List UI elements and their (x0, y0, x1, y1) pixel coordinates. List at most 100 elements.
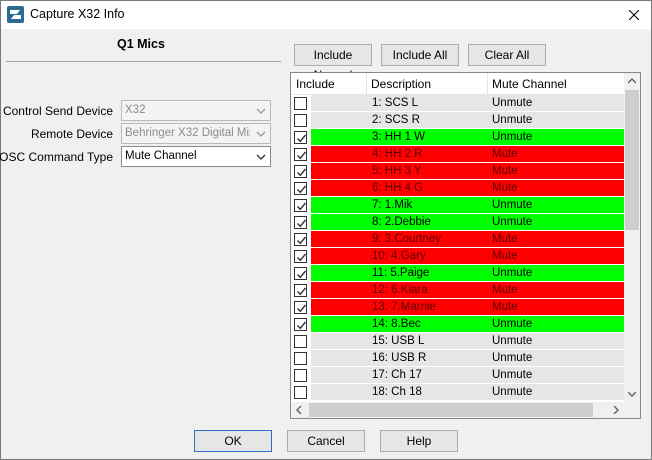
row-status-fill (311, 384, 624, 401)
app-logo-icon (7, 6, 24, 23)
column-header-mute-channel[interactable]: Mute Channel (492, 77, 567, 91)
mute-channel-cell[interactable]: Mute (492, 182, 518, 194)
description-cell: 10: 4.Gary (372, 250, 426, 262)
mute-channel-cell[interactable]: Mute (492, 301, 518, 313)
table-row[interactable]: 1: SCS L Unmute (291, 95, 624, 112)
table-row[interactable]: 15: USB L Unmute (291, 333, 624, 350)
chevron-down-icon (256, 154, 266, 160)
include-checkbox[interactable] (294, 233, 307, 246)
vertical-scrollbar[interactable] (624, 73, 640, 402)
help-button[interactable]: Help (380, 430, 458, 452)
table-row[interactable]: 8: 2.Debbie Unmute (291, 214, 624, 231)
mute-channel-cell[interactable]: Mute (492, 284, 518, 296)
include-cell (291, 95, 311, 112)
mute-channel-cell[interactable]: Unmute (492, 352, 532, 364)
remote-device-select[interactable]: Behringer X32 Digital Mixer (121, 123, 271, 144)
scroll-left-icon[interactable] (296, 406, 302, 414)
checkmark-icon (297, 151, 307, 160)
description-cell: 13: 7.Marnie (372, 301, 436, 313)
mute-channel-cell[interactable]: Mute (492, 233, 518, 245)
control-send-device-select[interactable]: X32 (121, 100, 271, 121)
mute-channel-cell[interactable]: Unmute (492, 131, 532, 143)
include-named-button[interactable]: Include Named (294, 44, 372, 82)
include-cell (291, 214, 311, 231)
close-button[interactable] (617, 1, 651, 29)
cancel-button[interactable]: Cancel (287, 430, 365, 452)
scroll-up-icon[interactable] (628, 78, 636, 84)
mute-channel-cell[interactable]: Unmute (492, 199, 532, 211)
include-checkbox[interactable] (294, 165, 307, 178)
checkmark-icon (297, 287, 307, 296)
include-checkbox[interactable] (294, 250, 307, 263)
vertical-scroll-thumb[interactable] (625, 90, 639, 230)
row-status-fill (311, 112, 624, 129)
mute-channel-cell[interactable]: Unmute (492, 386, 532, 398)
table-row[interactable]: 3: HH 1 W Unmute (291, 129, 624, 146)
include-checkbox[interactable] (294, 369, 307, 382)
mute-channel-cell[interactable]: Unmute (492, 114, 532, 126)
include-checkbox[interactable] (294, 301, 307, 314)
scroll-down-icon[interactable] (628, 391, 636, 397)
include-checkbox[interactable] (294, 148, 307, 161)
description-cell: 17: Ch 17 (372, 369, 422, 381)
mute-channel-cell[interactable]: Unmute (492, 318, 532, 330)
table-row[interactable]: 16: USB R Unmute (291, 350, 624, 367)
include-checkbox[interactable] (294, 216, 307, 229)
ok-button[interactable]: OK (194, 430, 272, 452)
table-row[interactable]: 11: 5.Paige Unmute (291, 265, 624, 282)
table-row[interactable]: 7: 1.Mik Unmute (291, 197, 624, 214)
description-cell: 14: 8.Bec (372, 318, 421, 330)
table-row[interactable]: 17: Ch 17 Unmute (291, 367, 624, 384)
table-row[interactable]: 10: 4.Gary Mute (291, 248, 624, 265)
table-row[interactable]: 4: HH 2 R Mute (291, 146, 624, 163)
include-checkbox[interactable] (294, 335, 307, 348)
table-row[interactable]: 13: 7.Marnie Mute (291, 299, 624, 316)
clear-all-button[interactable]: Clear All (468, 44, 546, 66)
column-header-description[interactable]: Description (371, 77, 431, 91)
mute-channel-cell[interactable]: Unmute (492, 216, 532, 228)
mute-channel-cell[interactable]: Mute (492, 250, 518, 262)
description-cell: 4: HH 2 R (372, 148, 423, 160)
include-checkbox[interactable] (294, 318, 307, 331)
include-checkbox[interactable] (294, 182, 307, 195)
table-row[interactable]: 2: SCS R Unmute (291, 112, 624, 129)
table-row[interactable]: 6: HH 4 G Mute (291, 180, 624, 197)
include-all-button[interactable]: Include All (381, 44, 459, 66)
table-row[interactable]: 12: 6.Kiara Mute (291, 282, 624, 299)
checkmark-icon (297, 253, 307, 262)
mute-channel-cell[interactable]: Mute (492, 148, 518, 160)
mute-channel-cell[interactable]: Unmute (492, 369, 532, 381)
table-row[interactable]: 5: HH 3 Y Mute (291, 163, 624, 180)
row-status-fill (311, 214, 624, 231)
include-cell (291, 129, 311, 146)
include-checkbox[interactable] (294, 97, 307, 110)
mute-channel-cell[interactable]: Unmute (492, 97, 532, 109)
horizontal-scrollbar[interactable] (291, 402, 624, 418)
include-checkbox[interactable] (294, 284, 307, 297)
mute-channel-cell[interactable]: Unmute (492, 267, 532, 279)
horizontal-scroll-thumb[interactable] (309, 403, 593, 417)
table-row[interactable]: 18: Ch 18 Unmute (291, 384, 624, 401)
description-cell: 12: 6.Kiara (372, 284, 428, 296)
include-checkbox[interactable] (294, 199, 307, 212)
include-checkbox[interactable] (294, 352, 307, 365)
mute-channel-cell[interactable]: Unmute (492, 335, 532, 347)
include-cell (291, 180, 311, 197)
row-status-fill (311, 248, 624, 265)
osc-command-type-select[interactable]: Mute Channel (121, 146, 271, 167)
checkmark-icon (297, 202, 307, 211)
table-row[interactable]: 9: 3.Courtney Mute (291, 231, 624, 248)
column-header-include[interactable]: Include (296, 77, 335, 91)
include-checkbox[interactable] (294, 114, 307, 127)
include-cell (291, 282, 311, 299)
include-checkbox[interactable] (294, 267, 307, 280)
include-checkbox[interactable] (294, 131, 307, 144)
row-status-fill (311, 129, 624, 146)
row-status-fill (311, 197, 624, 214)
include-checkbox[interactable] (294, 386, 307, 399)
description-cell: 3: HH 1 W (372, 131, 426, 143)
scroll-right-icon[interactable] (613, 406, 619, 414)
table-row[interactable]: 14: 8.Bec Unmute (291, 316, 624, 333)
mute-channel-cell[interactable]: Mute (492, 165, 518, 177)
description-cell: 8: 2.Debbie (372, 216, 431, 228)
